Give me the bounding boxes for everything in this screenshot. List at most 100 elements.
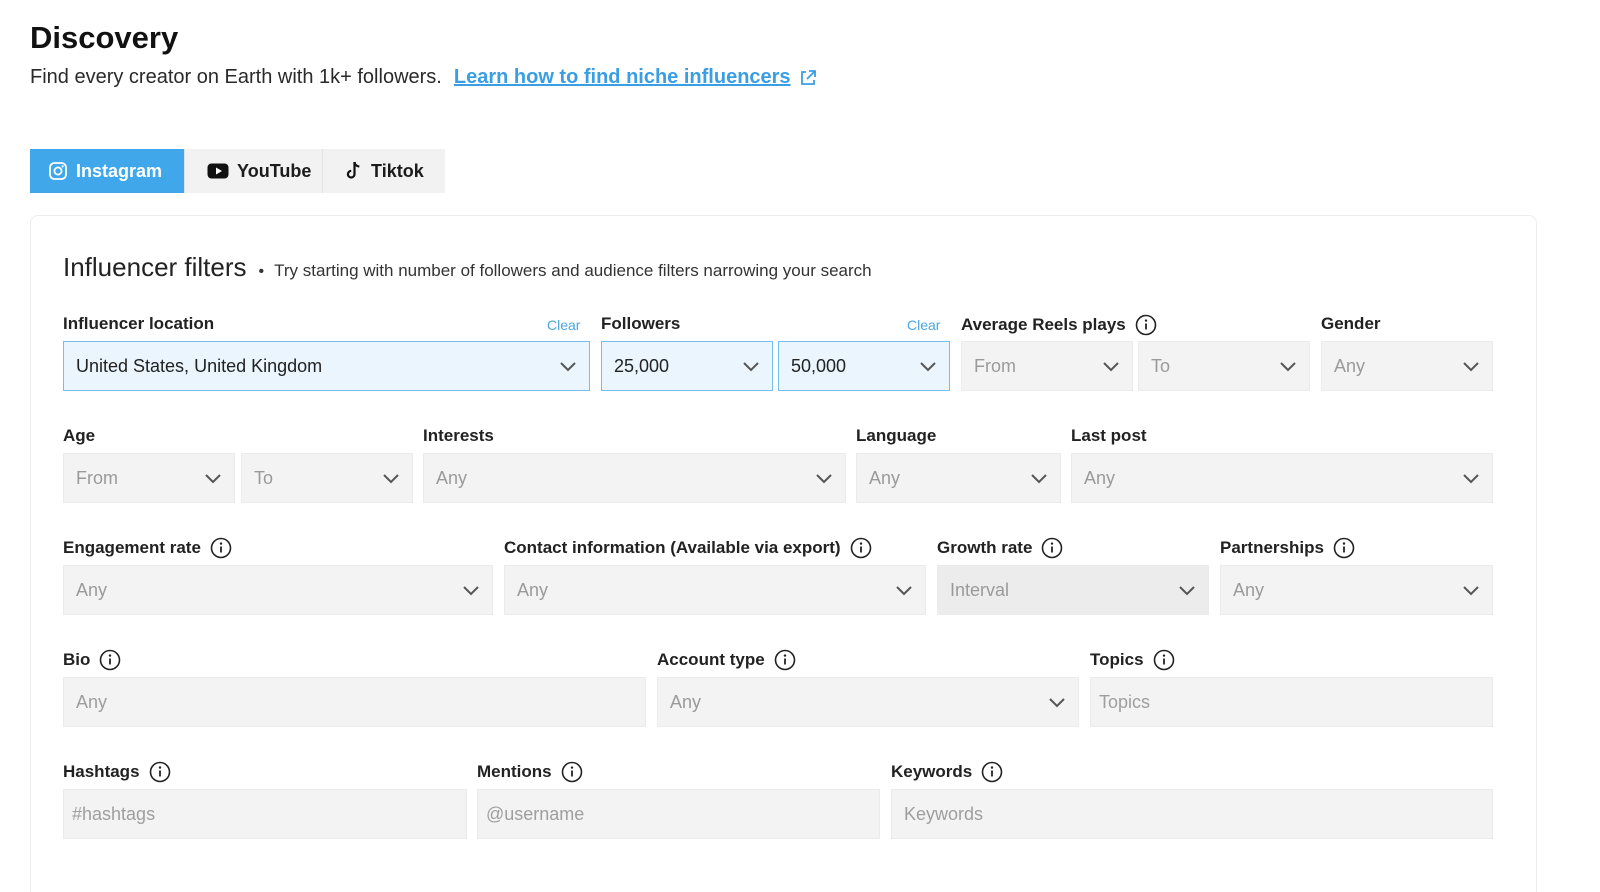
- mentions-label-text: Mentions: [477, 762, 552, 781]
- chevron-down-icon: [1462, 584, 1480, 596]
- chevron-down-icon: [895, 584, 913, 596]
- followers-from-select[interactable]: 25,000: [601, 341, 773, 391]
- tab-youtube[interactable]: YouTube: [185, 149, 324, 193]
- followers-to-select[interactable]: 50,000: [778, 341, 950, 391]
- account-type-label: Account type: [657, 649, 796, 671]
- tiktok-icon: [345, 161, 363, 181]
- engagement-rate-label-text: Engagement rate: [63, 538, 201, 557]
- interests-label: Interests: [423, 426, 494, 446]
- keywords-input[interactable]: Keywords: [891, 789, 1493, 839]
- chevron-down-icon: [1178, 584, 1196, 596]
- chevron-down-icon: [1048, 696, 1066, 708]
- last-post-label-text: Last post: [1071, 426, 1147, 445]
- engagement-rate-select[interactable]: Any: [63, 565, 493, 615]
- avg-reels-plays-label: Average Reels plays: [961, 314, 1157, 336]
- info-icon[interactable]: [99, 649, 121, 671]
- separator-dot: •: [258, 263, 265, 280]
- chevron-down-icon: [1030, 472, 1048, 484]
- chevron-down-icon: [1279, 360, 1297, 372]
- learn-niche-influencers-link[interactable]: Learn how to find niche influencers: [454, 66, 817, 89]
- influencer-location-label-text: Influencer location: [63, 314, 215, 333]
- gender-value: Any: [1334, 355, 1366, 376]
- age-to-value: To: [254, 467, 274, 488]
- filters-hint: Try starting with number of followers an…: [274, 261, 872, 280]
- info-icon[interactable]: [149, 761, 171, 783]
- growth-rate-label-text: Growth rate: [937, 538, 1033, 557]
- keywords-placeholder: Keywords: [904, 803, 984, 824]
- chevron-down-icon: [559, 360, 577, 372]
- engagement-rate-label: Engagement rate: [63, 537, 232, 559]
- mentions-input[interactable]: @username: [477, 789, 880, 839]
- contact-info-value: Any: [517, 579, 549, 600]
- info-icon[interactable]: [850, 537, 872, 559]
- last-post-select[interactable]: Any: [1071, 453, 1493, 503]
- language-label-text: Language: [856, 426, 937, 445]
- chevron-down-icon: [919, 360, 937, 372]
- external-link-icon: [800, 69, 816, 85]
- followers-from-value: 25,000: [614, 355, 670, 376]
- partnerships-select[interactable]: Any: [1220, 565, 1493, 615]
- chevron-down-icon: [1462, 360, 1480, 372]
- instagram-icon: [48, 161, 68, 181]
- avg-reels-to-value: To: [1151, 355, 1171, 376]
- contact-info-label: Contact information (Available via expor…: [504, 537, 872, 559]
- growth-rate-value: Interval: [950, 579, 1010, 600]
- followers-label-text: Followers: [601, 314, 681, 333]
- growth-rate-select[interactable]: Interval: [937, 565, 1209, 615]
- growth-rate-label: Growth rate: [937, 537, 1063, 559]
- youtube-icon: [207, 163, 229, 179]
- tab-tiktok[interactable]: Tiktok: [323, 149, 446, 193]
- avg-reels-to-select[interactable]: To: [1138, 341, 1310, 391]
- age-from-select[interactable]: From: [63, 453, 235, 503]
- tab-instagram[interactable]: Instagram: [30, 149, 186, 193]
- bio-placeholder: Any: [76, 691, 108, 712]
- contact-info-select[interactable]: Any: [504, 565, 926, 615]
- gender-select[interactable]: Any: [1321, 341, 1493, 391]
- followers-to-value: 50,000: [791, 355, 847, 376]
- contact-info-label-text: Contact information (Available via expor…: [504, 538, 841, 557]
- bio-label-text: Bio: [63, 650, 91, 669]
- last-post-label: Last post: [1071, 426, 1147, 446]
- language-select[interactable]: Any: [856, 453, 1061, 503]
- info-icon[interactable]: [774, 649, 796, 671]
- topics-placeholder: Topics: [1099, 691, 1151, 712]
- info-icon[interactable]: [1333, 537, 1355, 559]
- age-to-select[interactable]: To: [241, 453, 413, 503]
- age-label-text: Age: [63, 426, 96, 445]
- topics-label-text: Topics: [1090, 650, 1144, 669]
- mentions-label: Mentions: [477, 761, 583, 783]
- followers-label: Followers: [601, 314, 680, 334]
- age-from-value: From: [76, 467, 118, 488]
- page-title: Discovery: [30, 20, 179, 55]
- info-icon[interactable]: [1135, 314, 1157, 336]
- learn-link-label: Learn how to find niche influencers: [453, 66, 791, 88]
- influencer-location-label: Influencer location: [63, 314, 214, 334]
- topics-input[interactable]: Topics: [1090, 677, 1493, 727]
- info-icon[interactable]: [561, 761, 583, 783]
- chevron-down-icon: [382, 472, 400, 484]
- clear-followers-button[interactable]: Clear: [907, 317, 940, 333]
- hashtags-label-text: Hashtags: [63, 762, 140, 781]
- filters-title: Influencer filters: [63, 252, 247, 282]
- info-icon[interactable]: [210, 537, 232, 559]
- keywords-label: Keywords: [891, 761, 1003, 783]
- hashtags-input[interactable]: #hashtags: [63, 789, 467, 839]
- hashtags-placeholder: #hashtags: [72, 803, 156, 824]
- engagement-rate-value: Any: [76, 579, 108, 600]
- gender-label-text: Gender: [1321, 314, 1381, 333]
- bio-input[interactable]: Any: [63, 677, 646, 727]
- info-icon[interactable]: [981, 761, 1003, 783]
- account-type-select[interactable]: Any: [657, 677, 1079, 727]
- interests-select[interactable]: Any: [423, 453, 846, 503]
- mentions-placeholder: @username: [486, 803, 585, 824]
- info-icon[interactable]: [1041, 537, 1063, 559]
- influencer-location-select[interactable]: United States, United Kingdom: [63, 341, 590, 391]
- info-icon[interactable]: [1153, 649, 1175, 671]
- clear-location-button[interactable]: Clear: [547, 317, 580, 333]
- tab-instagram-label: Instagram: [76, 160, 163, 181]
- keywords-label-text: Keywords: [891, 762, 973, 781]
- interests-label-text: Interests: [423, 426, 494, 445]
- chevron-down-icon: [742, 360, 760, 372]
- avg-reels-from-select[interactable]: From: [961, 341, 1133, 391]
- tab-tiktok-label: Tiktok: [371, 160, 424, 181]
